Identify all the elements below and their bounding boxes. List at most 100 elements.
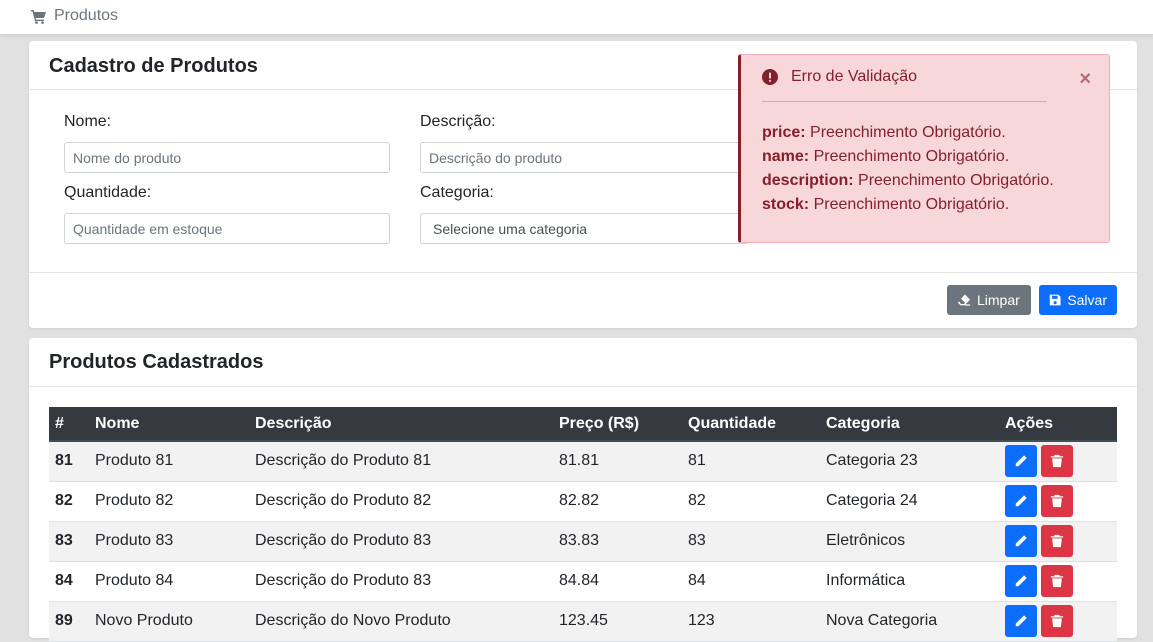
delete-button[interactable] xyxy=(1041,565,1073,597)
cell-category: Categoria 24 xyxy=(820,481,999,522)
cell-category: Nova Categoria xyxy=(820,601,999,642)
clear-button[interactable]: Limpar xyxy=(947,285,1031,315)
cell-price: 81.81 xyxy=(553,441,682,482)
column-header-description: Descrição xyxy=(249,407,553,442)
alert-divider xyxy=(762,101,1047,102)
category-select[interactable]: Selecione uma categoria xyxy=(420,213,750,244)
cell-price: 82.82 xyxy=(553,481,682,522)
floppy-disk-icon xyxy=(1049,294,1061,306)
alert-header: Erro de Validação xyxy=(762,68,917,86)
table-row: 82 Produto 82 Descrição do Produto 82 82… xyxy=(49,481,1117,522)
pencil-icon xyxy=(1015,575,1027,587)
cell-quantity: 84 xyxy=(682,561,820,602)
cell-quantity: 81 xyxy=(682,441,820,482)
alert-error-item: name: Preenchimento Obrigatório. xyxy=(762,148,1010,165)
cell-id: 82 xyxy=(49,481,89,522)
cell-actions xyxy=(999,561,1117,602)
top-bar: Produtos xyxy=(0,0,1153,35)
cell-category: Eletrônicos xyxy=(820,521,999,562)
name-input[interactable] xyxy=(64,142,390,173)
cell-name: Produto 82 xyxy=(89,481,249,522)
quantity-label: Quantidade: xyxy=(64,184,152,201)
delete-button[interactable] xyxy=(1041,605,1073,637)
cell-actions xyxy=(999,441,1117,482)
cell-name: Produto 81 xyxy=(89,441,249,482)
edit-button[interactable] xyxy=(1005,605,1037,637)
alert-error-item: description: Preenchimento Obrigatório. xyxy=(762,172,1054,189)
cell-price: 83.83 xyxy=(553,521,682,562)
cell-quantity: 83 xyxy=(682,521,820,562)
save-button-label: Salvar xyxy=(1067,292,1107,308)
form-footer-divider xyxy=(29,272,1137,273)
products-list-title: Produtos Cadastrados xyxy=(49,351,264,373)
edit-button[interactable] xyxy=(1005,485,1037,517)
cell-id: 81 xyxy=(49,441,89,482)
cell-actions xyxy=(999,521,1117,562)
cell-name: Produto 84 xyxy=(89,561,249,602)
cell-description: Descrição do Produto 82 xyxy=(249,481,553,522)
table-row: 89 Novo Produto Descrição do Novo Produt… xyxy=(49,601,1117,642)
trash-icon xyxy=(1050,455,1064,468)
alert-error-list: price: Preenchimento Obrigatório. name: … xyxy=(762,121,1054,217)
table-row: 83 Produto 83 Descrição do Produto 83 83… xyxy=(49,521,1117,562)
eraser-icon xyxy=(957,294,971,306)
close-icon[interactable]: × xyxy=(1079,68,1091,91)
cell-category: Categoria 23 xyxy=(820,441,999,482)
list-header-divider xyxy=(29,386,1137,387)
alert-error-item: stock: Preenchimento Obrigatório. xyxy=(762,196,1010,213)
cell-description: Descrição do Produto 83 xyxy=(249,521,553,562)
pencil-icon xyxy=(1015,535,1027,547)
cell-price: 84.84 xyxy=(553,561,682,602)
quantity-input[interactable] xyxy=(64,213,390,244)
delete-button[interactable] xyxy=(1041,525,1073,557)
cell-name: Novo Produto xyxy=(89,601,249,642)
cell-price: 123.45 xyxy=(553,601,682,642)
table-header-row: # Nome Descrição Preço (R$) Quantidade C… xyxy=(49,407,1117,442)
edit-button[interactable] xyxy=(1005,565,1037,597)
cell-quantity: 82 xyxy=(682,481,820,522)
breadcrumb-label: Produtos xyxy=(54,7,119,24)
cell-actions xyxy=(999,601,1117,642)
trash-icon xyxy=(1050,534,1064,548)
delete-button[interactable] xyxy=(1041,485,1073,517)
cell-id: 83 xyxy=(49,521,89,562)
column-header-actions: Ações xyxy=(999,407,1117,442)
cell-quantity: 123 xyxy=(682,601,820,642)
description-input[interactable] xyxy=(420,142,750,173)
save-button[interactable]: Salvar xyxy=(1039,285,1117,315)
name-label: Nome: xyxy=(64,113,112,130)
cell-description: Descrição do Produto 81 xyxy=(249,441,553,482)
category-label: Categoria: xyxy=(420,184,494,201)
table-row: 81 Produto 81 Descrição do Produto 81 81… xyxy=(49,441,1117,482)
delete-button[interactable] xyxy=(1041,445,1073,478)
column-header-name: Nome xyxy=(89,407,249,442)
cell-description: Descrição do Novo Produto xyxy=(249,601,553,642)
alert-error-item: price: Preenchimento Obrigatório. xyxy=(762,124,1006,141)
cell-name: Produto 83 xyxy=(89,521,249,562)
cell-category: Informática xyxy=(820,561,999,602)
column-header-price: Preço (R$) xyxy=(553,407,682,442)
cell-description: Descrição do Produto 83 xyxy=(249,561,553,602)
edit-button[interactable] xyxy=(1005,445,1037,478)
alert-title: Erro de Validação xyxy=(791,68,917,85)
description-label: Descrição: xyxy=(420,113,496,130)
trash-icon xyxy=(1050,614,1064,628)
exclamation-circle-icon xyxy=(762,69,778,85)
column-header-quantity: Quantidade xyxy=(682,407,820,442)
trash-icon xyxy=(1050,574,1064,588)
clear-button-label: Limpar xyxy=(977,292,1020,308)
pencil-icon xyxy=(1015,615,1027,627)
breadcrumb[interactable]: Produtos xyxy=(31,7,118,25)
pencil-icon xyxy=(1015,495,1027,507)
form-title: Cadastro de Produtos xyxy=(49,55,258,77)
pencil-icon xyxy=(1015,455,1027,467)
table-row: 84 Produto 84 Descrição do Produto 83 84… xyxy=(49,561,1117,602)
trash-icon xyxy=(1050,494,1064,508)
products-table: # Nome Descrição Preço (R$) Quantidade C… xyxy=(49,407,1117,642)
column-header-id: # xyxy=(49,407,89,442)
cell-id: 84 xyxy=(49,561,89,602)
cell-id: 89 xyxy=(49,601,89,642)
cart-icon xyxy=(31,9,46,24)
edit-button[interactable] xyxy=(1005,525,1037,557)
products-list-card: Produtos Cadastrados # Nome Descrição Pr… xyxy=(29,338,1137,642)
